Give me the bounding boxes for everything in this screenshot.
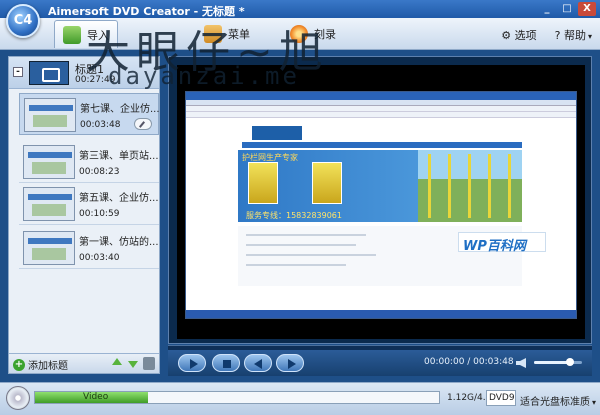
options-label: 选项 [514,29,537,42]
volume-slider[interactable] [534,358,582,366]
chapter-duration: 00:08:23 [79,167,120,177]
chapter-name: 第五课、企业仿... [79,193,159,204]
edit-video-button[interactable] [134,118,152,130]
chapter-thumbnail [23,187,75,221]
title-list-panel: - 标题1 00:27:49 第七课、企业仿... 00:03:48 第三课、单… [8,56,160,374]
play-button[interactable] [178,354,206,372]
add-title-button[interactable]: + 添加标题 [13,357,68,372]
capacity-bar: Video [34,391,440,404]
add-title-label: 添加标题 [28,361,68,372]
disc-type-select[interactable]: DVD9 [486,390,516,406]
delete-icon[interactable] [143,357,155,370]
title-thumbnail [29,61,69,85]
plus-icon: + [13,358,25,371]
chevron-down-icon: ▾ [592,398,597,407]
import-icon [63,25,81,44]
chapter-duration: 00:10:59 [79,209,120,219]
banner-slogan: 护栏网生产专家 [242,153,298,162]
brand-logo: WP百科网 [458,232,546,254]
chapter-item[interactable]: 第三课、单页站... 00:08:23 [19,141,159,183]
chapter-thumbnail [23,145,75,179]
preview-frame: 护栏网生产专家 服务专线：15832839061 WP百科网 [168,56,592,344]
quality-select[interactable]: 适合光盘标准质 ▾ [520,393,596,408]
disc-type-value: DVD9 [489,393,515,403]
playback-controls: 00:00:00 / 00:03:48 [168,350,592,376]
chapter-duration: 00:03:40 [79,253,120,263]
chapter-item[interactable]: 第五课、企业仿... 00:10:59 [19,183,159,225]
status-bar: Video 1.12G/4.30G DVD9 适合光盘标准质 ▾ [0,382,600,415]
chapter-duration: 00:03:48 [80,120,121,130]
toolbar-right: ⚙ 选项 ? 帮助 ▾ [501,27,592,43]
close-button[interactable]: X [578,2,596,16]
chapter-name: 第三课、单页站... [79,151,159,162]
stop-button[interactable] [212,354,240,372]
app-logo-icon[interactable]: C4 [6,4,40,38]
quality-value: 适合光盘标准质 [520,397,590,408]
next-button[interactable] [276,354,304,372]
collapse-button[interactable]: - [13,67,23,77]
time-readout: 00:00:00 / 00:03:48 [424,357,514,367]
chapter-thumbnail [23,231,75,265]
watermark-url: dayanzai.me [108,62,300,90]
disc-icon [6,386,30,410]
help-label: 帮助 [563,29,586,42]
move-down-icon[interactable] [127,358,139,370]
banner-hotline: 服务专线：15832839061 [246,211,342,220]
chapter-name: 第一课、仿站的... [79,237,159,248]
preview-content: 护栏网生产专家 服务专线：15832839061 WP百科网 [185,91,577,319]
volume-fill [534,361,570,364]
help-button[interactable]: ? 帮助 ▾ [555,27,592,43]
title-list-footer: + 添加标题 [9,353,159,373]
capacity-bar-label: Video [83,392,109,402]
chapter-item[interactable]: 第一课、仿站的... 00:03:40 [19,227,159,269]
volume-icon[interactable] [516,358,526,368]
previous-button[interactable] [244,354,272,372]
maximize-button[interactable]: □ [558,2,576,16]
options-button[interactable]: ⚙ 选项 [501,27,536,43]
minimize-button[interactable]: _ [538,2,556,16]
chapter-name: 第七课、企业仿... [80,104,160,115]
window-controls: _ □ X [538,2,596,16]
chapter-thumbnail [24,98,76,132]
move-up-icon[interactable] [111,358,123,370]
volume-knob[interactable] [566,358,574,366]
chapter-item[interactable]: 第七课、企业仿... 00:03:48 [19,93,160,135]
video-preview[interactable]: 护栏网生产专家 服务专线：15832839061 WP百科网 [177,65,585,339]
